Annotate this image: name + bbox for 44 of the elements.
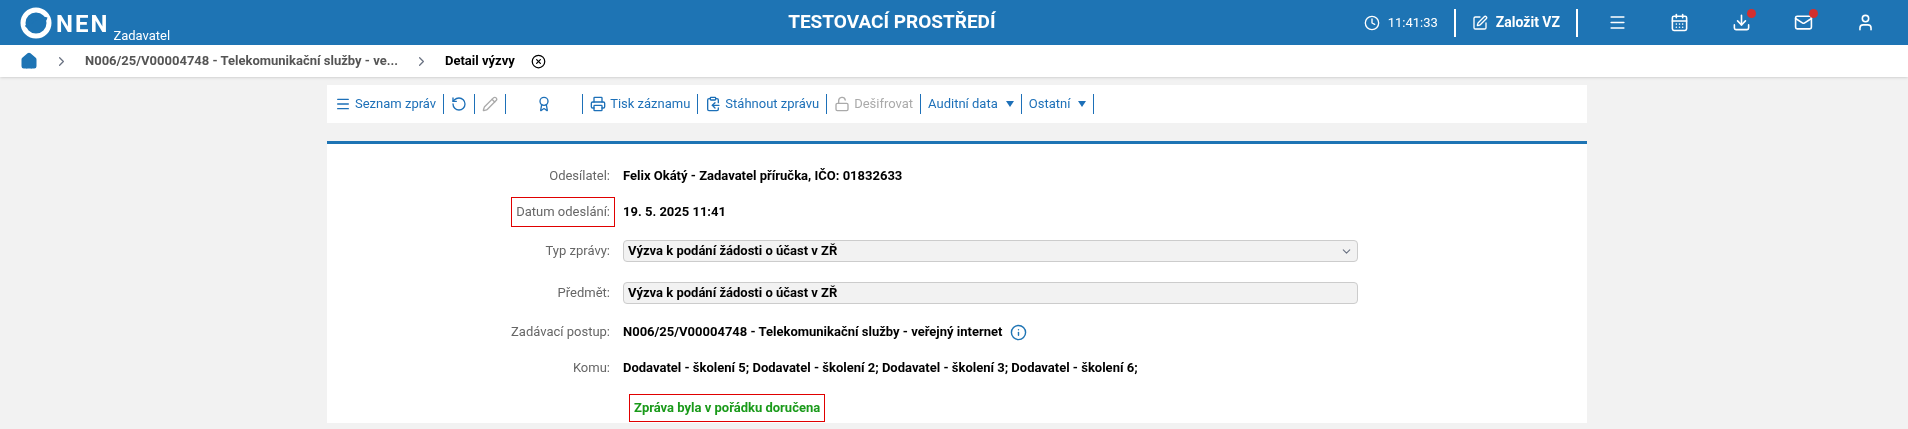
toolbar-button[interactable]: Ostatní [1028, 94, 1087, 114]
logo-text: NEN [56, 11, 110, 36]
dropdown-icon [1005, 101, 1014, 107]
unlock-icon [834, 96, 851, 112]
printer-icon [590, 96, 607, 112]
field-label: Odesílatel: [548, 167, 611, 186]
refresh-icon [451, 96, 468, 112]
message-type-select[interactable]: Výzva k podání žádosti o účast v ZŘ [623, 240, 1358, 262]
field-label: Komu: [571, 359, 611, 378]
field-value: Dodavatel - školení 5; Dodavatel - školení 2; Dodavatel - školení 3; Dodavatel - školení 6; [623, 359, 1138, 378]
toolbar-button[interactable]: Auditní data [928, 94, 1014, 114]
info-icon[interactable] [1010, 323, 1028, 341]
menu-icon [1607, 13, 1627, 32]
list-icon [335, 96, 351, 112]
breadcrumb-item[interactable]: Detail výzvy [445, 51, 515, 71]
toolbar-button[interactable]: Tisk záznamu [590, 94, 691, 114]
clipboard-icon [705, 96, 722, 112]
close-icon[interactable] [530, 53, 546, 69]
create-button[interactable]: Založit VZ [1471, 12, 1560, 33]
field-label: Datum odeslání: [511, 197, 615, 227]
field-label: Zadávací postup: [510, 323, 611, 342]
field-value: N006/25/V00004748 - Telekomunikační služby - veřejný internet [623, 323, 1003, 342]
toolbar-button[interactable]: Seznam zpráv [335, 94, 437, 114]
field-label: Typ zprávy: [544, 242, 611, 261]
dropdown-icon [1078, 101, 1087, 107]
role-label: Zadavatel [113, 28, 171, 42]
environment-title: TESTOVACÍ PROSTŘEDÍ [788, 9, 996, 36]
toolbar-button[interactable]: Stáhnout zprávu [705, 94, 820, 114]
refresh-button[interactable] [451, 96, 468, 112]
clock-time: 11:41:33 [1387, 13, 1438, 32]
clock-icon [1363, 14, 1380, 31]
field-label: Předmět: [556, 284, 611, 303]
field-value: Felix Okátý - Zadavatel příručka, IČO: 01832633 [623, 167, 903, 186]
mail-icon [1793, 13, 1813, 32]
home-icon[interactable] [20, 52, 38, 70]
download-icon [1731, 13, 1751, 32]
edit-icon [1471, 14, 1488, 31]
pencil-icon [482, 96, 499, 112]
delivery-status: Zpráva byla v pořádku doručena [629, 394, 826, 422]
subject-field[interactable]: Výzva k podání žádosti o účast v ZŘ [623, 282, 1358, 304]
breadcrumb-item[interactable]: N006/25/V00004748 - Telekomunikační služby - ve... [85, 51, 398, 71]
logo-icon [20, 6, 52, 39]
field-value: 19. 5. 2025 11:41 [623, 203, 726, 222]
calendar-icon [1669, 13, 1689, 32]
